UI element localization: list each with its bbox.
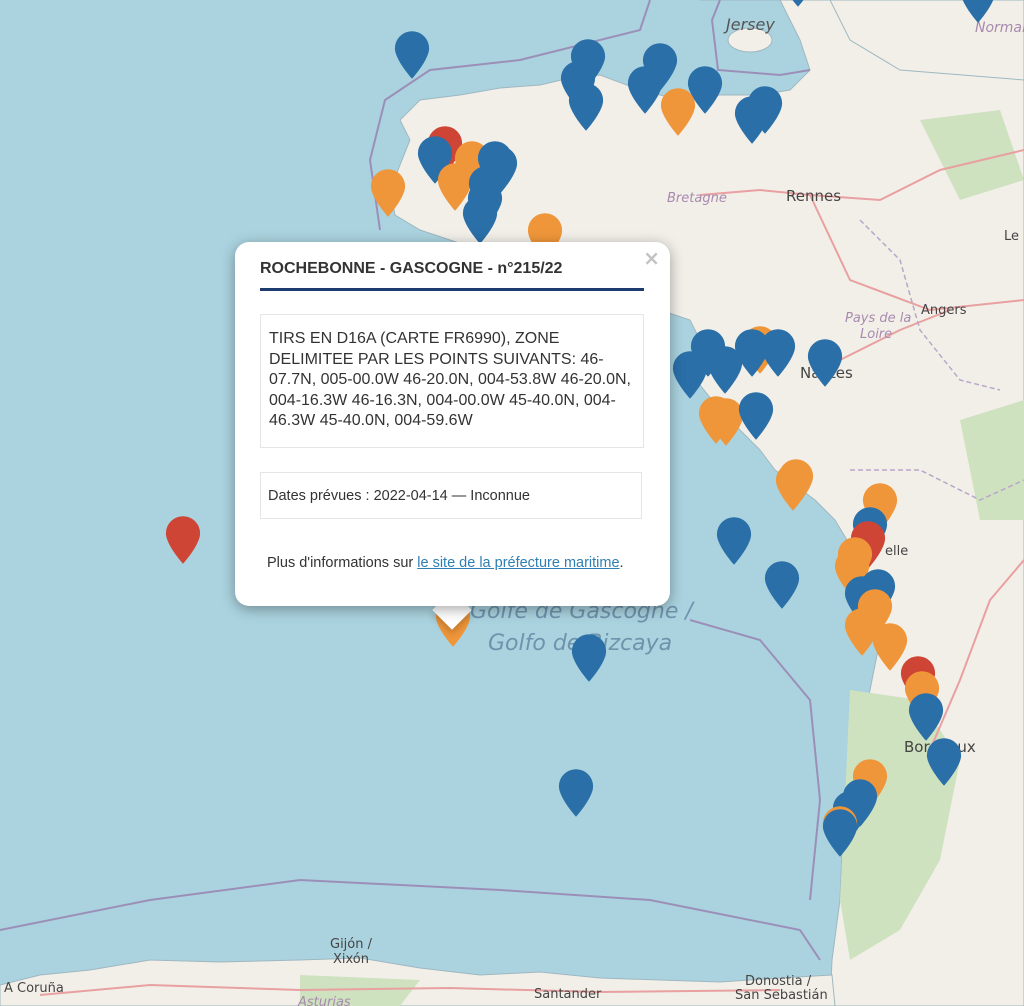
map-label-gijon: Xixón <box>333 952 369 967</box>
popup-title: ROCHEBONNE - GASCOGNE - n°215/22 <box>260 260 644 291</box>
map-label-normandie: Normar <box>975 20 1024 36</box>
map-label-angers: Angers <box>921 303 967 318</box>
popup-dates: Dates prévues : 2022-04-14 — Inconnue <box>260 472 642 519</box>
popup-more-prefix: Plus d'informations sur <box>267 555 418 571</box>
map-label-bretagne: Bretagne <box>667 191 727 206</box>
prefecture-link[interactable]: le site de la préfecture maritime <box>417 555 619 571</box>
map-label-coruna: A Coruña <box>4 981 64 996</box>
map-label-gijon: Gijón / <box>330 937 373 952</box>
map-label-donostia: Donostia / <box>745 974 812 989</box>
close-icon[interactable]: × <box>643 246 660 270</box>
map-label-rennes: Rennes <box>786 187 841 205</box>
map-label-asturias: Asturias <box>297 995 351 1006</box>
map-label-jersey: Jersey <box>723 15 775 34</box>
map-label-donostia: San Sebastián <box>735 988 828 1003</box>
info-popup: × ROCHEBONNE - GASCOGNE - n°215/22 TIRS … <box>235 242 670 606</box>
map-label-santander: Santander <box>534 987 602 1002</box>
map-label-le-mans: Le l <box>1004 229 1024 244</box>
map-label-la-rochelle: elle <box>885 544 908 559</box>
popup-more-info: Plus d'informations sur le site de la pr… <box>267 555 624 571</box>
popup-more-suffix: . <box>619 555 624 571</box>
popup-description: TIRS EN D16A (CARTE FR6990), ZONE DELIMI… <box>260 314 644 448</box>
map-label-pays-de-la-loire: Loire <box>860 327 892 342</box>
map-label-pays-de-la-loire: Pays de la <box>845 311 911 326</box>
